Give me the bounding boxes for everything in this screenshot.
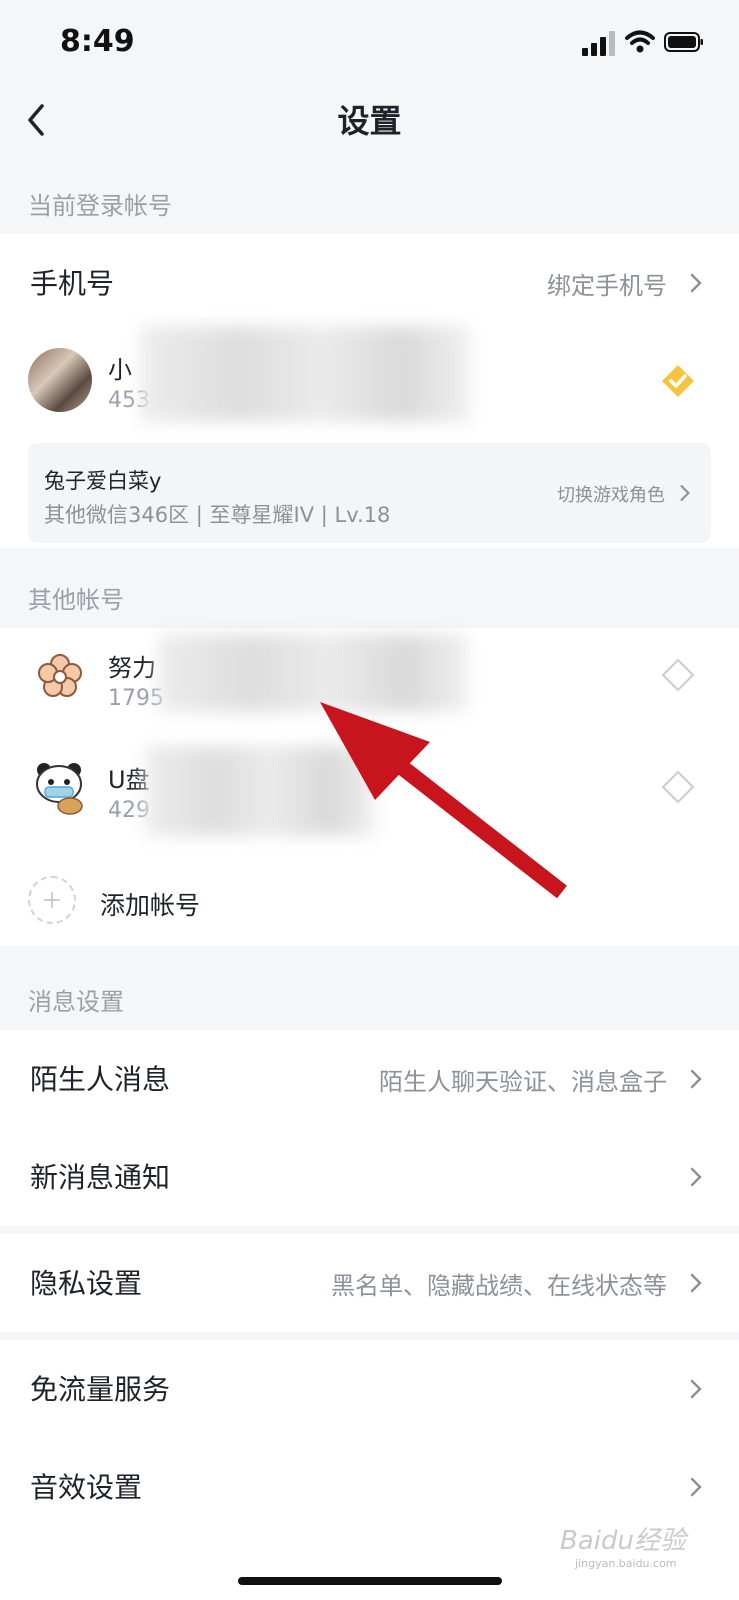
redacted-info [145,746,375,836]
section-label-other-accounts: 其他帐号 [28,586,124,614]
stranger-message-label: 陌生人消息 [30,1063,171,1096]
account-id: 429 [108,798,150,823]
switch-role-label: 切换游戏角色 [557,485,665,506]
avatar [28,348,92,412]
new-message-notification-label: 新消息通知 [30,1161,171,1194]
phone-number-value: 绑定手机号 [547,272,667,300]
account-name: 努力 [108,654,156,682]
flower-icon [38,654,82,697]
game-role-card[interactable]: 兔子爱白菜y 其他微信346区 | 至尊星耀IV | Lv.18 切换游戏角色 [28,443,711,543]
privacy-settings-label: 隐私设置 [30,1267,143,1300]
account-item[interactable]: U盘 429 [0,740,739,852]
status-bar: 8:49 [0,0,739,88]
privacy-panel: 隐私设置 黑名单、隐藏战绩、在线状态等 [0,1234,739,1332]
cellular-signal-icon [582,30,622,56]
free-data-service-row[interactable]: 免流量服务 [0,1340,739,1438]
chevron-right-icon [690,1167,702,1187]
role-name: 兔子爱白菜y [44,469,162,493]
privacy-settings-value: 黑名单、隐藏战绩、在线状态等 [331,1272,667,1300]
add-account-label: 添加帐号 [100,891,201,920]
avatar [28,644,92,708]
watermark-brand: Baidu经验 [560,1526,686,1556]
chevron-right-icon [690,1273,702,1293]
phone-number-label: 手机号 [30,267,115,300]
page-title: 设置 [337,102,402,140]
avatar [28,756,92,820]
account-id: 1795 [108,686,164,711]
redacted-info [140,326,470,422]
new-message-notification-row[interactable]: 新消息通知 [0,1128,739,1226]
role-description: 其他微信346区 | 至尊星耀IV | Lv.18 [44,503,391,527]
account-name: 小 [108,356,132,384]
privacy-settings-row[interactable]: 隐私设置 黑名单、隐藏战绩、在线状态等 [0,1234,739,1332]
chevron-right-icon [690,1379,702,1399]
home-indicator[interactable] [238,1577,502,1585]
add-account-row[interactable]: 添加帐号 [0,866,739,946]
battery-icon [664,32,703,52]
chevron-right-icon [690,1477,702,1497]
sound-settings-label: 音效设置 [30,1471,143,1504]
redacted-info [158,634,468,712]
panda-icon [36,763,83,815]
current-account-item[interactable]: 小 453 [0,326,739,430]
selected-check-icon [662,365,694,397]
free-data-service-label: 免流量服务 [30,1373,171,1406]
stranger-message-row[interactable]: 陌生人消息 陌生人聊天验证、消息盒子 [0,1030,739,1128]
unselected-diamond-icon[interactable] [661,770,695,804]
phone-number-row[interactable]: 手机号 绑定手机号 [0,234,739,330]
wifi-icon [625,30,655,53]
section-label-current-account: 当前登录帐号 [28,192,172,220]
chevron-right-icon [690,1069,702,1089]
watermark-url: jingyan.baidu.com [575,1557,677,1570]
account-item[interactable]: 努力 1795 [0,628,739,740]
message-settings-panel: 陌生人消息 陌生人聊天验证、消息盒子 新消息通知 [0,1030,739,1226]
account-name: U盘 [108,766,150,794]
section-label-message-settings: 消息设置 [28,988,124,1016]
chevron-right-icon [680,485,690,501]
status-time: 8:49 [60,24,135,59]
stranger-message-value: 陌生人聊天验证、消息盒子 [379,1068,667,1096]
unselected-diamond-icon[interactable] [661,658,695,692]
nav-bar: 设置 [0,88,739,150]
add-icon [28,876,76,924]
chevron-right-icon [690,273,702,293]
